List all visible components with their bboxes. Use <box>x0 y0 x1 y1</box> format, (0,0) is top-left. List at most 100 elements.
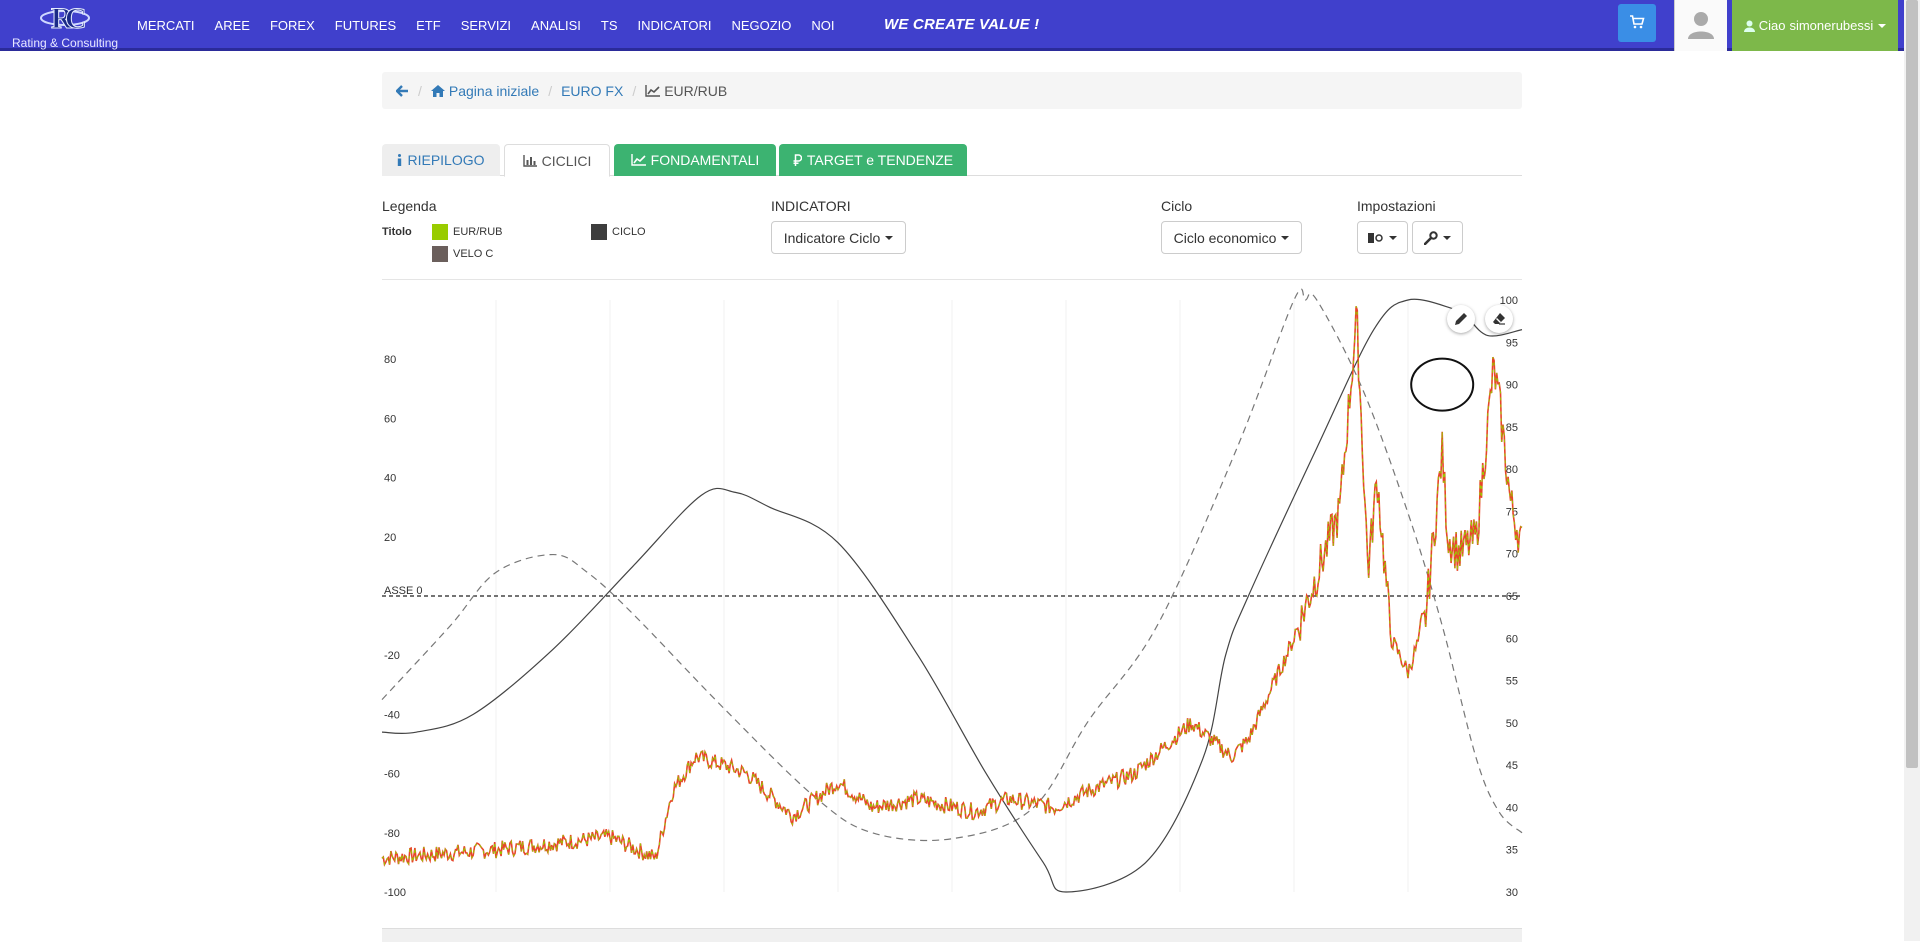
dropdown-value: Indicatore Ciclo <box>783 229 881 246</box>
nav-item-futures[interactable]: FUTURES <box>335 18 396 33</box>
tab-label: FONDAMENTALI <box>650 152 760 168</box>
back-arrow-icon[interactable] <box>396 84 409 97</box>
main-menu: MERCATI AREE FOREX FUTURES ETF SERVIZI A… <box>137 0 855 51</box>
bar-chart-icon <box>522 154 537 167</box>
line-chart-icon <box>630 154 646 166</box>
y-right-tick-label: 85 <box>1506 422 1518 434</box>
tab-ciclici[interactable]: CICLICI <box>504 144 610 177</box>
user-avatar-button[interactable] <box>1674 0 1727 51</box>
breadcrumb-separator: / <box>632 82 637 99</box>
y-right-tick-label: 65 <box>1506 591 1518 603</box>
erase-button[interactable] <box>1485 305 1513 333</box>
legend-item-velo-c[interactable]: VELO C <box>432 246 493 262</box>
top-navbar: R C Rating & Consulting MERCATI AREE FOR… <box>0 0 1904 51</box>
logo-text: Rating & Consulting <box>12 36 119 50</box>
tab-target-tendenze[interactable]: TARGET e TENDENZE <box>779 144 967 176</box>
axis-zero-label: ASSE 0 <box>384 585 423 597</box>
cart-button[interactable] <box>1618 4 1656 42</box>
ruble-icon <box>793 154 802 166</box>
y-left-tick-label: -40 <box>384 709 400 721</box>
annotation-circle[interactable] <box>1410 357 1475 412</box>
legend-titolo: Titolo <box>382 226 412 238</box>
breadcrumb-section[interactable]: EURO FX <box>561 83 623 99</box>
nav-item-aree[interactable]: AREE <box>215 18 250 33</box>
y-left-tick-label: 20 <box>384 532 396 544</box>
legend-item-label: VELO C <box>453 248 494 260</box>
controls-divider <box>382 279 1522 280</box>
y-right-tick-label: 50 <box>1506 718 1518 730</box>
nav-item-ts[interactable]: TS <box>601 18 618 33</box>
chevron-down-icon <box>885 235 894 240</box>
breadcrumb-current: EUR/RUB <box>664 82 728 99</box>
indicatori-dropdown[interactable]: Indicatore Ciclo <box>771 221 906 254</box>
y-left-tick-label: -100 <box>384 887 406 899</box>
tab-riepilogo[interactable]: RIEPILOGO <box>382 144 500 176</box>
breadcrumb: / Pagina iniziale / EURO FX / EUR/RUB <box>382 72 1522 109</box>
y-right-tick-label: 70 <box>1506 549 1518 561</box>
pencil-icon <box>1455 313 1467 325</box>
legend-label: Legenda <box>382 198 437 214</box>
cart-icon <box>1630 15 1645 29</box>
nav-item-servizi[interactable]: SERVIZI <box>461 18 511 33</box>
logo[interactable]: R C Rating & Consulting <box>8 0 120 51</box>
tab-bar: RIEPILOGO CICLICI FONDAMENTALI TARGET e … <box>382 144 1522 177</box>
y-right-tick-label: 55 <box>1506 676 1518 688</box>
y-right-tick-label: 75 <box>1506 506 1518 518</box>
slogan: WE CREATE VALUE ! <box>884 16 1040 33</box>
y-left-tick-label: -20 <box>384 650 400 662</box>
legend-swatch <box>591 224 607 240</box>
tab-label: TARGET e TENDENZE <box>806 152 954 168</box>
home-icon <box>430 84 445 97</box>
legend-item-ciclo[interactable]: CICLO <box>591 224 646 240</box>
svg-text:C: C <box>65 2 87 35</box>
y-right-tick-label: 30 <box>1506 887 1518 899</box>
y-left-tick-label: -60 <box>384 769 400 781</box>
user-icon <box>1743 20 1755 32</box>
nav-item-forex[interactable]: FOREX <box>270 18 315 33</box>
y-right-tick-label: 40 <box>1506 802 1518 814</box>
nav-item-mercati[interactable]: MERCATI <box>137 18 195 33</box>
page-scrollbar[interactable] <box>1904 0 1920 941</box>
ciclo-label: Ciclo <box>1161 198 1193 214</box>
draw-button[interactable] <box>1447 305 1475 333</box>
greeting-prefix: Ciao <box>1758 18 1786 33</box>
nav-item-etf[interactable]: ETF <box>416 18 441 33</box>
legend-item-eurrub[interactable]: EUR/RUB <box>432 224 503 240</box>
breadcrumb-home[interactable]: Pagina iniziale <box>449 83 539 99</box>
display-settings-dropdown[interactable] <box>1357 221 1408 254</box>
avatar-icon <box>1688 12 1714 39</box>
username: simonerubessi <box>1789 18 1874 33</box>
indicatori-label: INDICATORI <box>771 198 851 214</box>
y-right-tick-label: 35 <box>1506 845 1518 857</box>
legend-swatch <box>432 246 448 262</box>
y-right-tick-label: 80 <box>1506 464 1518 476</box>
tab-fondamentali[interactable]: FONDAMENTALI <box>614 144 776 176</box>
nav-item-indicatori[interactable]: INDICATORI <box>638 18 712 33</box>
y-right-tick-label: 95 <box>1506 337 1518 349</box>
wrench-icon <box>1424 230 1438 245</box>
rc-logo-icon: R C <box>40 2 90 36</box>
scrollbar-thumb[interactable] <box>1906 0 1918 768</box>
dropdown-value: Ciclo economico <box>1173 229 1277 246</box>
toggle-icon <box>1368 232 1383 243</box>
breadcrumb-separator: / <box>548 82 553 99</box>
nav-item-negozio[interactable]: NEGOZIO <box>731 18 791 33</box>
tools-dropdown[interactable] <box>1412 221 1463 254</box>
legend-item-label: EUR/RUB <box>453 226 503 238</box>
user-menu-toggle[interactable]: Ciao simonerubessi <box>1732 0 1898 51</box>
legend-swatch <box>432 224 448 240</box>
cycle-chart[interactable]: 80604020-20-40-60-80-1001009590858075706… <box>381 288 1523 908</box>
tab-label: CICLICI <box>541 152 592 169</box>
y-right-tick-label: 60 <box>1506 633 1518 645</box>
chevron-down-icon <box>1389 235 1397 240</box>
nav-item-noi[interactable]: NOI <box>811 18 834 33</box>
chart-navigator[interactable] <box>382 928 1522 942</box>
chevron-down-icon <box>1443 235 1451 240</box>
ciclo-dropdown[interactable]: Ciclo economico <box>1161 221 1302 254</box>
chevron-down-icon <box>1281 235 1290 240</box>
y-left-tick-label: -80 <box>384 828 400 840</box>
nav-item-analisi[interactable]: ANALISI <box>531 18 581 33</box>
chevron-down-icon <box>1878 23 1887 28</box>
legend-item-label: CICLO <box>612 226 646 238</box>
y-left-tick-label: 80 <box>384 354 396 366</box>
